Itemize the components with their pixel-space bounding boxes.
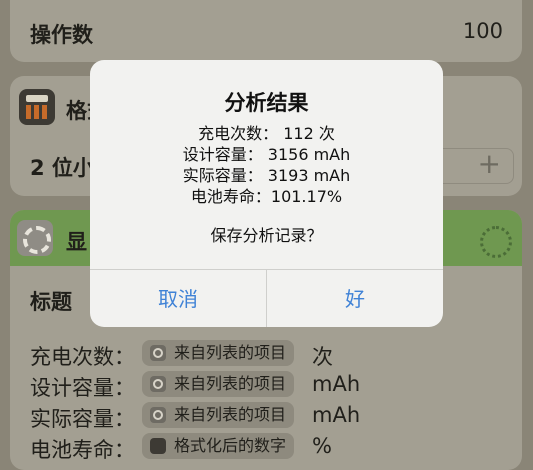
loading-spinner-icon <box>480 226 512 258</box>
decimal-places-label: 2 位小 <box>30 156 94 180</box>
calculator-icon <box>150 438 166 454</box>
dialog-question: 保存分析记录？ <box>210 226 323 245</box>
variable-token[interactable]: 来自列表的项目 <box>142 402 295 428</box>
variable-token[interactable]: 格式化后的数字 <box>142 433 295 459</box>
variable-token[interactable]: 来自列表的项目 <box>142 340 295 366</box>
title-field-label: 标题 <box>30 290 72 314</box>
gear-icon <box>150 345 166 361</box>
dialog-title: 分析结果 <box>224 91 309 115</box>
variable-token[interactable]: 来自列表的项目 <box>142 371 295 397</box>
field-suffix: mAh <box>312 403 361 427</box>
show-alert-action-title: 显 <box>66 230 87 254</box>
field-suffix: mAh <box>312 372 361 396</box>
field-label: 设计容量： <box>30 376 135 400</box>
field-suffix: % <box>312 434 332 458</box>
dialog-line: 电池寿命：101.17% <box>190 187 343 206</box>
gear-icon <box>17 220 53 256</box>
plus-icon[interactable]: + <box>478 147 501 180</box>
field-label: 充电次数： <box>30 345 135 369</box>
alert-dialog: 分析结果 充电次数： 112 次 设计容量： 3156 mAh 实际容量： 31… <box>90 60 443 327</box>
decimal-places-stepper[interactable]: + <box>434 147 514 184</box>
field-label: 实际容量： <box>30 407 135 431</box>
cancel-button[interactable]: 取消 <box>90 272 266 327</box>
ok-button[interactable]: 好 <box>267 272 443 327</box>
calculator-icon <box>19 89 55 125</box>
field-label: 电池寿命： <box>30 438 135 462</box>
operand-label: 操作数 <box>30 23 93 47</box>
field-suffix: 次 <box>312 345 333 369</box>
gear-icon <box>150 407 166 423</box>
operand-value[interactable]: 100 <box>463 19 503 43</box>
gear-icon <box>150 376 166 392</box>
